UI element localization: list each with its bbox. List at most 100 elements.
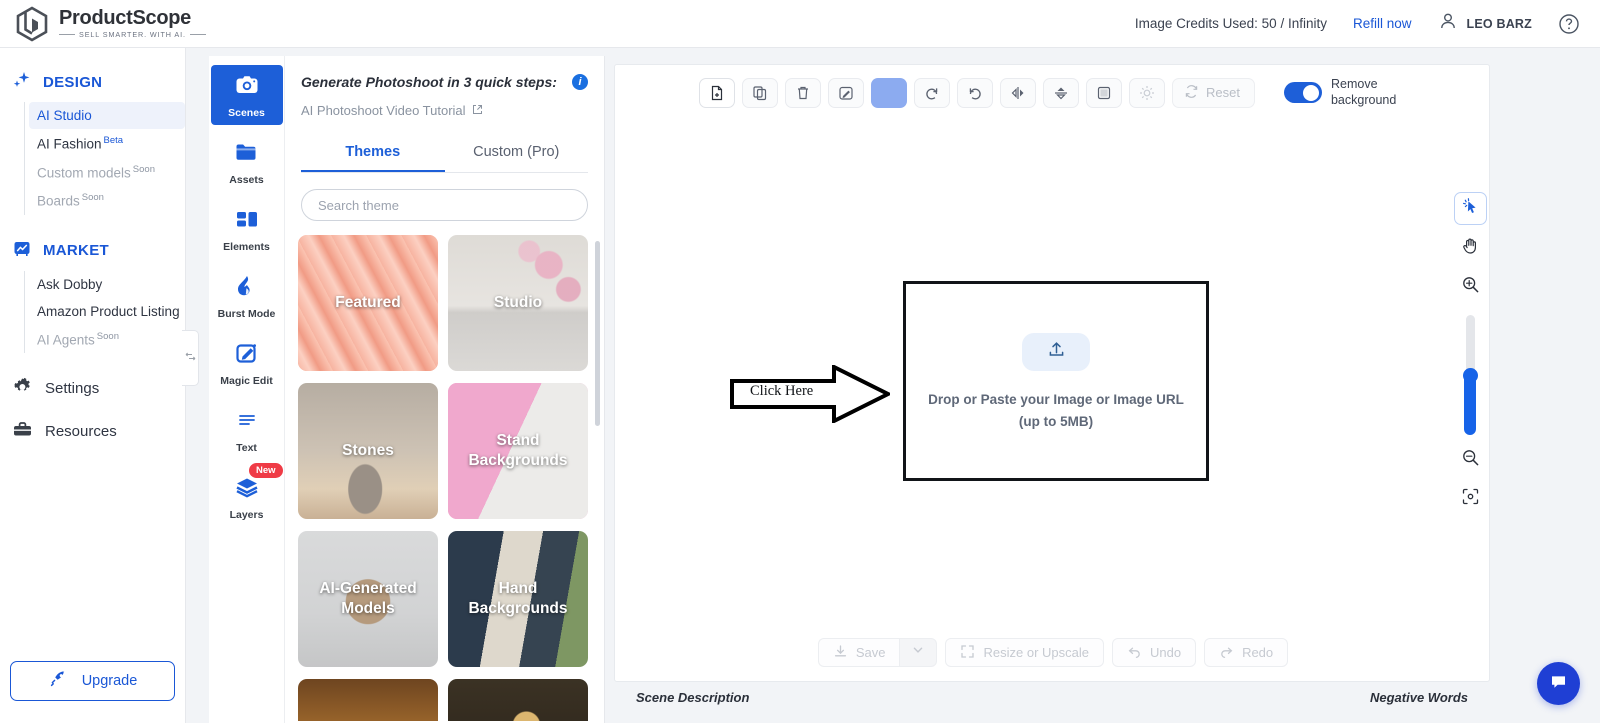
theme-card-grid: Featured Studio Stones Stand Backgrounds… — [285, 221, 604, 721]
info-icon[interactable]: i — [572, 74, 588, 90]
rail-item-layers[interactable]: New Layers — [211, 463, 283, 527]
delete-button[interactable] — [785, 77, 822, 108]
canvas-undo-button[interactable]: Undo — [1111, 638, 1197, 667]
sidebar-collapse-handle[interactable] — [182, 330, 199, 386]
undo-button[interactable] — [914, 77, 951, 108]
flame-icon — [234, 273, 260, 304]
refill-now-link[interactable]: Refill now — [1353, 16, 1412, 31]
remove-background-toggle[interactable] — [1283, 82, 1322, 104]
sidebar-item-ai-agents[interactable]: AI Agents Soon — [29, 325, 185, 354]
brand-logo-block[interactable]: ProductScope SELL SMARTER. WITH AI. — [0, 6, 206, 42]
rail-item-label: Scenes — [228, 107, 265, 119]
color-swatch-button[interactable] — [871, 77, 908, 108]
theme-card-featured[interactable]: Featured — [298, 235, 438, 371]
flip-vertical-button[interactable] — [1043, 77, 1080, 108]
badge-soon: Soon — [96, 330, 119, 342]
new-file-button[interactable] — [699, 77, 736, 108]
sidebar-item-custom-models[interactable]: Custom models Soon — [29, 158, 185, 187]
sidebar-group-title-design[interactable]: DESIGN — [0, 64, 185, 100]
pan-tool-button[interactable] — [1454, 231, 1487, 264]
collapse-panel-icon — [185, 349, 196, 367]
sidebar-item-settings[interactable]: Settings — [0, 367, 185, 410]
zoom-slider[interactable] — [1462, 315, 1478, 435]
sidebar-item-label: AI Studio — [37, 108, 92, 123]
rail-item-label: Assets — [229, 174, 264, 186]
rail-item-label: Elements — [223, 241, 270, 253]
select-tool-button[interactable] — [1453, 192, 1487, 225]
theme-card-stones[interactable]: Stones — [298, 383, 438, 519]
rail-item-elements[interactable]: Elements — [211, 199, 283, 259]
themes-panel-header: Generate Photoshoot in 3 quick steps: i … — [285, 56, 604, 173]
upgrade-button[interactable]: Upgrade — [10, 661, 175, 701]
magnifier-minus-icon — [1461, 448, 1480, 472]
rail-item-burst-mode[interactable]: Burst Mode — [211, 266, 283, 326]
theme-card-partial-bokeh[interactable] — [448, 679, 588, 721]
redo-button[interactable] — [957, 77, 994, 108]
dropzone-primary-text: Drop or Paste your Image or Image URL — [928, 392, 1184, 407]
edit-button[interactable] — [828, 77, 865, 108]
user-icon — [1438, 11, 1458, 36]
canvas-toolbar: Reset Remove background — [615, 77, 1491, 108]
remove-background-label: Remove background — [1330, 77, 1397, 107]
reset-button[interactable]: Reset — [1172, 77, 1255, 108]
sidebar-item-ai-fashion[interactable]: AI Fashion Beta — [29, 129, 185, 158]
search-theme-input[interactable] — [301, 189, 588, 221]
magnifier-plus-icon — [1461, 275, 1480, 299]
image-dropzone[interactable]: Drop or Paste your Image or Image URL (u… — [903, 281, 1209, 481]
sidebar-item-boards[interactable]: Boards Soon — [29, 186, 185, 215]
canvas-undo-label: Undo — [1149, 645, 1182, 660]
tagline-rule-right — [189, 34, 206, 36]
save-label: Save — [855, 645, 886, 660]
theme-card-label: Studio — [493, 294, 543, 312]
question-circle-icon[interactable] — [1558, 13, 1580, 35]
sidebar-group-design: DESIGN AI Studio AI Fashion Beta Custom m… — [0, 64, 185, 219]
expand-icon — [960, 644, 975, 662]
image-credits-text: Image Credits Used: 50 / Infinity — [1134, 16, 1327, 31]
sidebar-item-label: AI Agents — [37, 332, 95, 347]
theme-search-wrap — [285, 173, 604, 221]
theme-card-studio[interactable]: Studio — [448, 235, 588, 371]
themes-panel: Generate Photoshoot in 3 quick steps: i … — [285, 56, 605, 723]
sidebar-item-amazon-product-listing[interactable]: Amazon Product Listing — [29, 298, 185, 325]
sidebar-group-market: MARKET Ask Dobby Amazon Product Listing … — [0, 233, 185, 358]
themes-panel-scrollbar[interactable] — [595, 241, 600, 426]
user-menu[interactable]: LEO BARZ — [1438, 11, 1533, 36]
zoom-slider-handle[interactable] — [1462, 368, 1478, 383]
rail-item-text[interactable]: Text — [211, 400, 283, 460]
rail-item-magic-edit[interactable]: Magic Edit — [211, 333, 283, 393]
chart-square-icon — [12, 239, 32, 263]
theme-card-hand-backgrounds[interactable]: Hand Backgrounds — [448, 531, 588, 667]
zoom-out-button[interactable] — [1454, 443, 1487, 476]
folder-icon — [234, 139, 260, 170]
sidebar-item-ai-studio[interactable]: AI Studio — [29, 102, 185, 129]
brightness-button[interactable] — [1129, 77, 1166, 108]
video-tutorial-link[interactable]: AI Photoshoot Video Tutorial — [301, 103, 588, 118]
tab-themes[interactable]: Themes — [301, 135, 445, 172]
rail-item-assets[interactable]: Assets — [211, 132, 283, 192]
fit-to-screen-button[interactable] — [1454, 482, 1487, 515]
toggle-knob — [1303, 84, 1320, 101]
resize-upscale-button[interactable]: Resize or Upscale — [945, 638, 1104, 667]
theme-card-ai-generated-models[interactable]: AI-Generated Models — [298, 531, 438, 667]
theme-card-partial-wood[interactable] — [298, 679, 438, 721]
rocket-icon — [48, 669, 68, 694]
canvas-redo-button[interactable]: Redo — [1204, 638, 1289, 667]
flip-horizontal-button[interactable] — [1000, 77, 1037, 108]
rail-item-scenes[interactable]: Scenes — [210, 65, 283, 125]
zoom-in-button[interactable] — [1454, 270, 1487, 303]
sidebar-item-label: AI Fashion — [37, 136, 102, 152]
sidebar-group-title-market[interactable]: MARKET — [0, 233, 185, 269]
chat-support-button[interactable] — [1537, 662, 1580, 705]
theme-card-stand-backgrounds[interactable]: Stand Backgrounds — [448, 383, 588, 519]
save-dropdown-button[interactable] — [899, 638, 938, 667]
sidebar-item-resources[interactable]: Resources — [0, 410, 185, 453]
sidebar-item-ask-dobby[interactable]: Ask Dobby — [29, 271, 185, 298]
undo-arrow-icon — [1127, 644, 1142, 662]
rail-item-label: Layers — [229, 509, 264, 521]
save-button[interactable]: Save — [817, 638, 900, 667]
canvas-view-tools — [1452, 192, 1488, 521]
duplicate-button[interactable] — [742, 77, 779, 108]
dropzone-secondary-text: (up to 5MB) — [1018, 414, 1094, 429]
crop-button[interactable] — [1086, 77, 1123, 108]
tab-custom-pro[interactable]: Custom (Pro) — [445, 135, 589, 172]
